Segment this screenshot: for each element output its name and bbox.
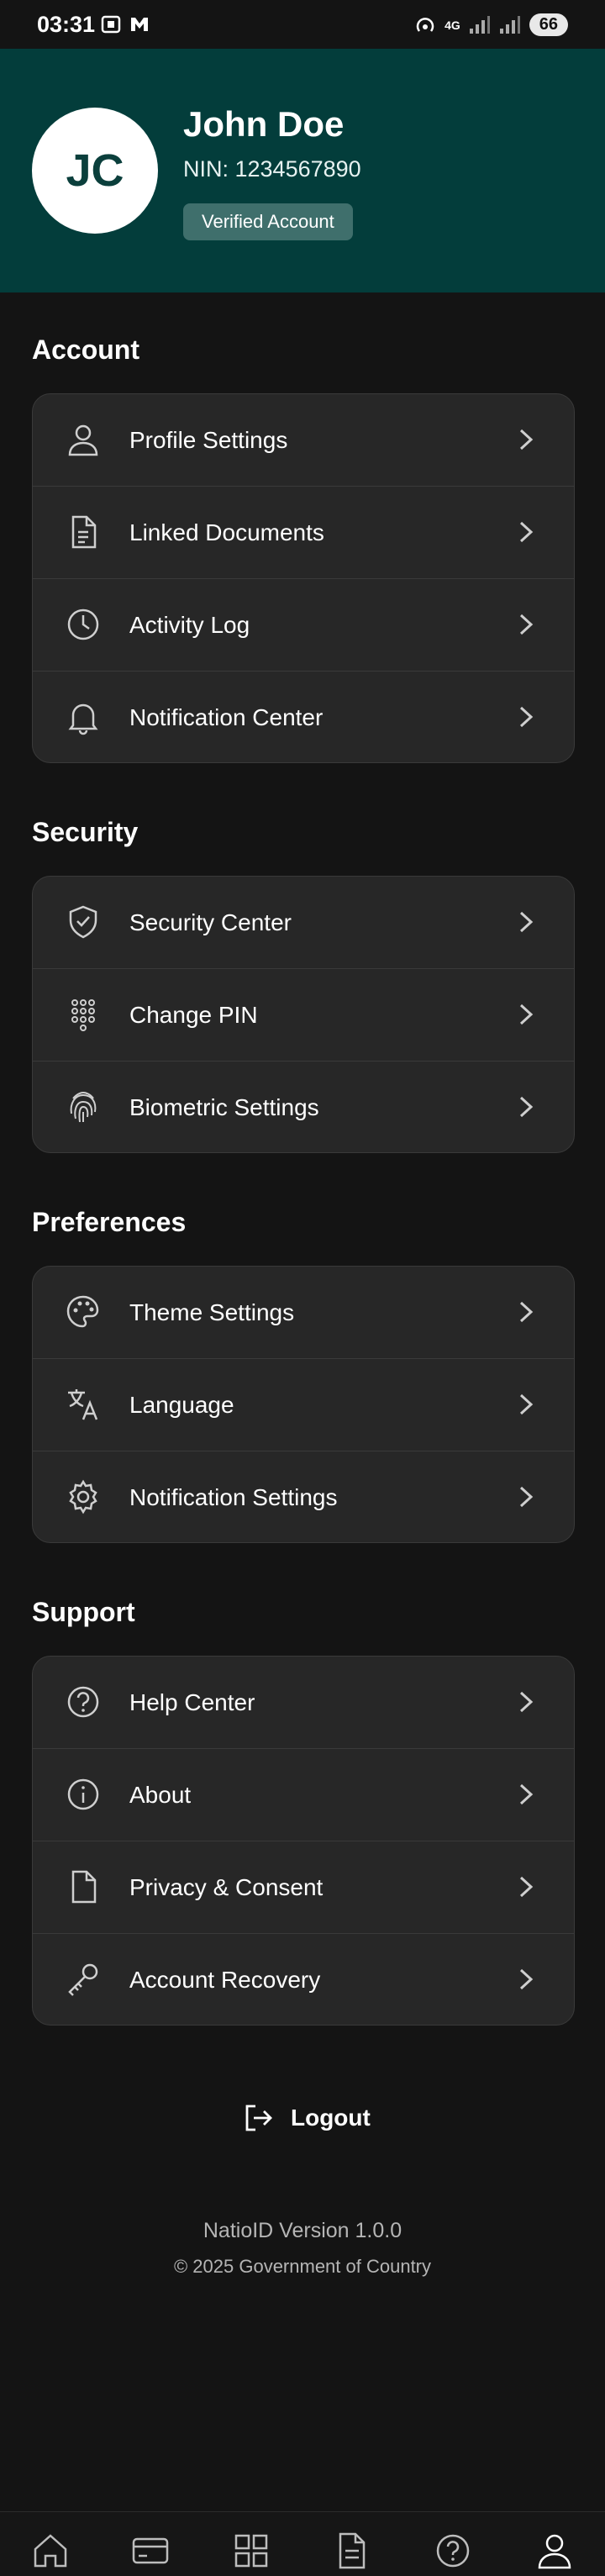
menu-item-label: Theme Settings <box>129 1299 295 1325</box>
status-left-icons <box>101 15 150 34</box>
menu-item-help-center[interactable]: Help Center <box>33 1657 574 1749</box>
menu-item-label: Help Center <box>129 1688 255 1715</box>
network-type: 4G <box>445 18 460 32</box>
menu-item-label: Notification Settings <box>129 1483 338 1510</box>
signal-icon <box>469 15 490 34</box>
menu-item-about[interactable]: About <box>33 1749 574 1841</box>
menu-item-label: Privacy & Consent <box>129 1873 324 1900</box>
chevron-right-icon <box>519 1004 534 1025</box>
menu-item-label: Profile Settings <box>129 426 288 453</box>
user-icon <box>68 424 98 456</box>
logout-label: Logout <box>291 2105 371 2131</box>
shield-check-icon <box>69 905 97 939</box>
menu-item-profile-settings[interactable]: Profile Settings <box>33 394 574 487</box>
security-card: Security Center Change PIN Biometric Set… <box>32 876 575 1153</box>
grid-icon[interactable] <box>231 2531 271 2571</box>
key-icon <box>68 1963 98 1996</box>
avatar[interactable]: JC <box>32 108 158 234</box>
help-circle-icon <box>67 1686 99 1718</box>
menu-item-linked-documents[interactable]: Linked Documents <box>33 487 574 579</box>
menu-item-label: Language <box>129 1391 234 1418</box>
chevron-right-icon <box>519 521 534 543</box>
menu-item-activity-log[interactable]: Activity Log <box>33 579 574 672</box>
menu-item-notification-settings[interactable]: Notification Settings <box>33 1451 574 1542</box>
file-icon <box>71 1870 97 1904</box>
user-nin: NIN: 1234567890 <box>183 156 361 182</box>
chevron-right-icon <box>519 1096 534 1118</box>
menu-item-account-recovery[interactable]: Account Recovery <box>33 1934 574 2025</box>
signal-icon-2 <box>499 15 520 34</box>
profile-header: JC John Doe NIN: 1234567890 Verified Acc… <box>0 49 605 292</box>
menu-item-change-pin[interactable]: Change PIN <box>33 969 574 1061</box>
translate-icon <box>68 1389 98 1420</box>
chevron-right-icon <box>519 1876 534 1898</box>
help-icon[interactable] <box>433 2531 473 2571</box>
home-icon[interactable] <box>30 2531 71 2571</box>
account-card: Profile Settings Linked Documents Activi… <box>32 393 575 763</box>
card-icon[interactable] <box>130 2531 171 2571</box>
menu-item-label: Biometric Settings <box>129 1093 319 1120</box>
chevron-right-icon <box>519 1691 534 1713</box>
keypad-icon <box>71 999 95 1031</box>
chevron-right-icon <box>519 706 534 728</box>
menu-item-privacy-consent[interactable]: Privacy & Consent <box>33 1841 574 1934</box>
chevron-right-icon <box>519 1968 534 1990</box>
bell-icon <box>68 703 98 735</box>
menu-item-language[interactable]: Language <box>33 1359 574 1451</box>
preferences-card: Theme Settings Language Notification Set… <box>32 1266 575 1543</box>
section-title-support: Support <box>32 1597 135 1627</box>
logout-button[interactable]: Logout <box>242 2101 371 2135</box>
palette-icon <box>66 1295 99 1328</box>
bottom-navigation <box>0 2511 605 2576</box>
chevron-right-icon <box>519 429 534 450</box>
gear-icon <box>69 1479 97 1515</box>
section-title-account: Account <box>32 335 139 365</box>
chevron-right-icon <box>519 911 534 933</box>
screenshot-icon <box>101 15 121 34</box>
info-icon <box>67 1778 99 1810</box>
logout-icon <box>245 2105 272 2131</box>
chevron-right-icon <box>519 1486 534 1508</box>
chevron-right-icon <box>519 1301 534 1323</box>
copyright-text: © 2025 Government of Country <box>173 2256 432 2277</box>
media-icon <box>131 18 148 31</box>
profile-icon[interactable] <box>534 2531 575 2571</box>
menu-item-label: Notification Center <box>129 703 324 730</box>
hotspot-icon <box>416 17 434 32</box>
menu-item-label: About <box>129 1781 192 1808</box>
menu-item-security-center[interactable]: Security Center <box>33 877 574 969</box>
fingerprint-icon <box>70 1091 97 1123</box>
menu-item-label: Linked Documents <box>129 519 324 545</box>
menu-item-label: Account Recovery <box>129 1966 321 1993</box>
section-title-security: Security <box>32 817 139 847</box>
chevron-right-icon <box>519 614 534 635</box>
battery-indicator: 66 <box>529 13 568 36</box>
document-icon <box>71 515 97 549</box>
user-name: John Doe <box>183 104 345 144</box>
menu-item-theme-settings[interactable]: Theme Settings <box>33 1267 574 1359</box>
status-bar: 03:31 4G 66 <box>0 0 605 49</box>
menu-item-notification-center[interactable]: Notification Center <box>33 672 574 762</box>
chevron-right-icon <box>519 1783 534 1805</box>
clock-icon <box>67 608 99 640</box>
verified-badge: Verified Account <box>183 203 353 240</box>
menu-item-label: Change PIN <box>129 1001 258 1028</box>
support-card: Help Center About Privacy & Consent Acco… <box>32 1656 575 2026</box>
chevron-right-icon <box>519 1393 534 1415</box>
menu-item-biometric-settings[interactable]: Biometric Settings <box>33 1061 574 1152</box>
menu-item-label: Activity Log <box>129 611 250 638</box>
section-title-preferences: Preferences <box>32 1207 187 1237</box>
status-time: 03:31 <box>37 12 96 37</box>
menu-item-label: Security Center <box>129 909 292 935</box>
app-version: NatioID Version 1.0.0 <box>203 2219 402 2242</box>
document-icon[interactable] <box>332 2531 372 2571</box>
status-right-icons: 4G 66 <box>414 13 568 36</box>
